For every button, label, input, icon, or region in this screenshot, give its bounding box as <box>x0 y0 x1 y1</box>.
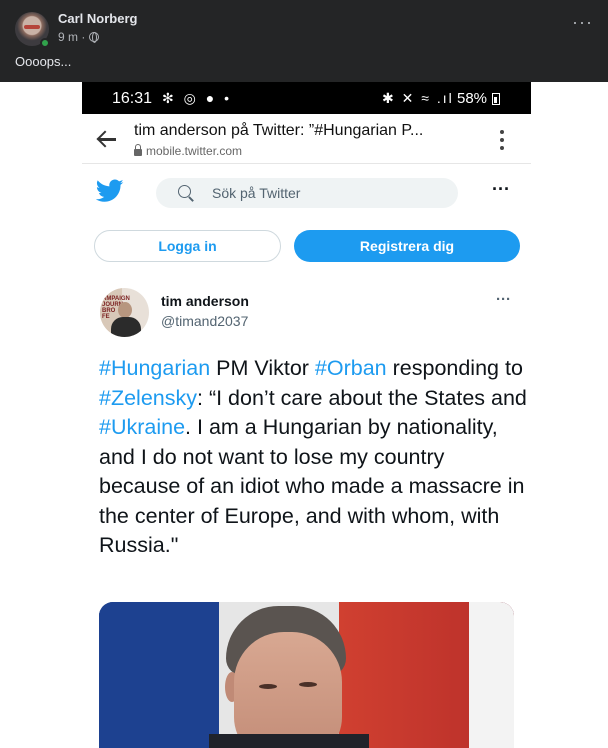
page-title: tim anderson på Twitter: ”#Hungarian P..… <box>134 122 424 139</box>
hashtag-link: #Zelensky <box>99 385 197 410</box>
tweet-text: #Hungarian PM Viktor #Orban responding t… <box>99 354 529 561</box>
twitter-top-bar: Sök på Twitter ··· <box>82 166 531 218</box>
person-eye-left <box>259 684 277 689</box>
phone-status-bar: 16:31 ✻ ◎ ● • ✱ ✕ ≈ .ıl 58% <box>82 82 531 114</box>
tweet-photo <box>99 602 514 748</box>
kebab-menu-icon <box>499 130 505 150</box>
facebook-post-header: Carl Norberg 9 m · ··· Oooops... <box>0 0 608 82</box>
post-time[interactable]: 9 m · <box>58 30 85 44</box>
globe-icon <box>89 32 100 43</box>
hashtag-link: #Ukraine <box>99 415 186 439</box>
battery-icon <box>492 93 500 105</box>
page-url: mobile.twitter.com <box>134 144 242 158</box>
back-arrow-icon <box>96 128 118 148</box>
url-text: mobile.twitter.com <box>146 144 243 158</box>
twitter-more-icon: ··· <box>492 179 510 199</box>
person-suit <box>209 734 369 748</box>
post-text: Oooops... <box>15 54 72 69</box>
avatar-head <box>118 302 132 318</box>
twitter-search-field[interactable]: Sök på Twitter <box>156 178 458 208</box>
twitter-bird-icon <box>96 179 124 202</box>
tweet-author-name: tim anderson <box>161 293 249 309</box>
author-name[interactable]: Carl Norberg <box>58 11 137 26</box>
search-icon <box>178 185 191 198</box>
person-face <box>234 632 342 748</box>
battery-percent: 58% <box>457 90 488 107</box>
post-more-button[interactable]: ··· <box>572 13 593 31</box>
avatar-body <box>111 317 141 337</box>
tweet-author-handle: @timand2037 <box>161 313 249 329</box>
login-button: Logga in <box>94 230 281 262</box>
flag-white-edge <box>469 602 514 748</box>
tweet-text-segment: PM Viktor <box>210 356 315 380</box>
hashtag-link: #Orban <box>314 356 387 380</box>
online-status-dot <box>40 38 50 48</box>
person-eye-right <box>299 682 317 687</box>
tweet-text-segment: responding to <box>386 356 523 380</box>
tweet-more-icon: ··· <box>496 291 511 308</box>
tweet-text-segment: : “I don’t care about the States and <box>197 385 527 410</box>
post-meta: 9 m · <box>58 30 100 44</box>
tweet-author-avatar: AMPAIGN JOURN BRO FE <box>100 288 149 337</box>
browser-bar: tim anderson på Twitter: ”#Hungarian P..… <box>82 114 531 164</box>
register-button: Registrera dig <box>294 230 520 262</box>
flag-blue-stripe <box>99 602 219 748</box>
search-placeholder: Sök på Twitter <box>212 185 301 201</box>
status-left-icons: ✻ ◎ ● • <box>162 90 232 106</box>
hashtag-link: #Hungarian <box>99 356 211 380</box>
lock-icon <box>134 144 142 156</box>
status-time: 16:31 <box>112 90 153 107</box>
status-right-icons: ✱ ✕ ≈ .ıl <box>382 90 454 106</box>
